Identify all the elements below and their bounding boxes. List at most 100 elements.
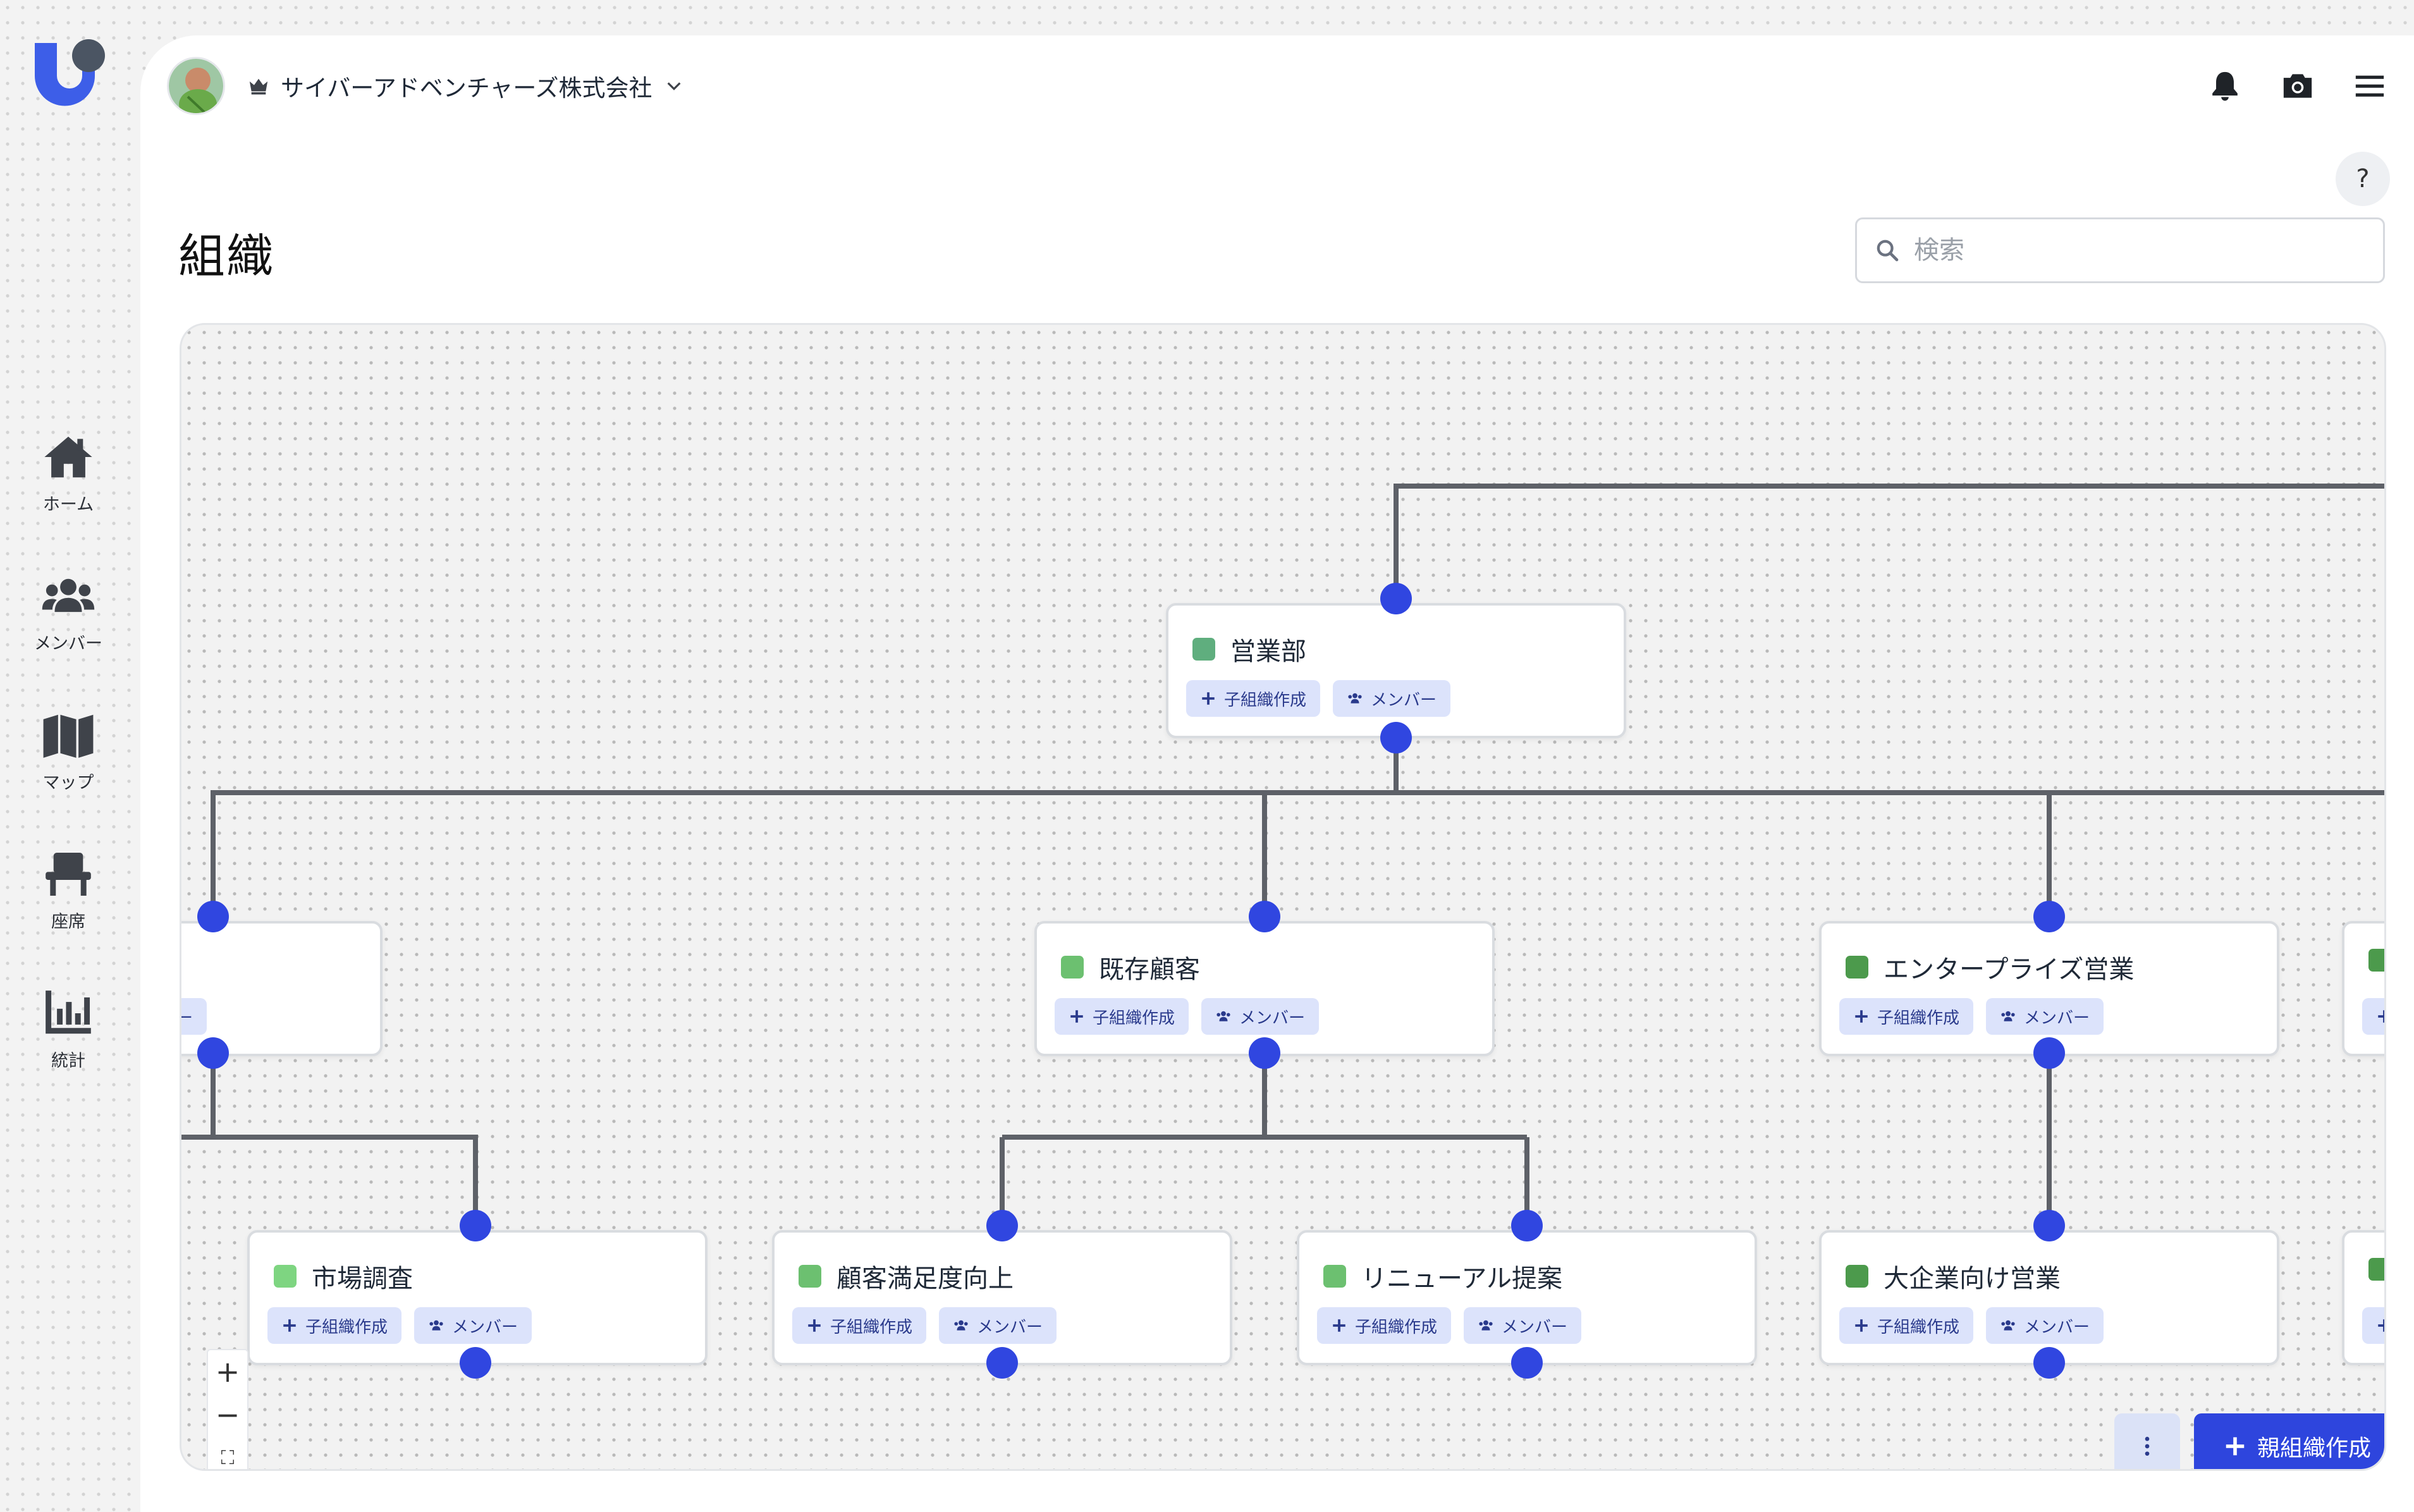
seat-icon: [46, 852, 91, 896]
sidebar-item-members[interactable]: メンバー: [0, 569, 137, 708]
org-color-swatch: [1846, 1265, 1868, 1288]
sidebar-item-label: マップ: [42, 773, 94, 793]
sidebar-item-map[interactable]: マップ: [0, 708, 137, 847]
plus-icon: [1070, 1010, 1083, 1023]
avatar[interactable]: [167, 57, 225, 115]
connection-handle[interactable]: [197, 901, 229, 932]
members-button[interactable]: メンバー: [1986, 1307, 2104, 1344]
plus-icon: [1202, 692, 1215, 705]
fit-view-button[interactable]: ⛶: [208, 1436, 247, 1469]
org-switcher[interactable]: サイバーアドベンチャーズ株式会社: [248, 68, 684, 104]
connection-handle[interactable]: [197, 1037, 229, 1069]
menu-icon[interactable]: [2352, 68, 2387, 104]
connection-handle[interactable]: [460, 1210, 491, 1241]
connection-handle[interactable]: [986, 1210, 1018, 1241]
sidebar-item-label: ホーム: [42, 495, 94, 515]
plus-icon: [1855, 1319, 1868, 1332]
connection-handle[interactable]: [2033, 901, 2065, 932]
map-icon: [43, 714, 94, 758]
connection-handle[interactable]: [460, 1347, 491, 1379]
org-node[interactable]: 営業部 子組織作成 メンバー: [1166, 603, 1626, 738]
users-icon: [429, 1320, 443, 1331]
org-color-swatch: [2368, 949, 2384, 972]
plus-icon: [1855, 1010, 1868, 1023]
connection-handle[interactable]: [2033, 1210, 2065, 1241]
crown-icon: [249, 78, 268, 95]
org-color-swatch: [2368, 1258, 2384, 1281]
create-parent-org-button[interactable]: 親組織作成: [2194, 1413, 2384, 1469]
add-child-button[interactable]: 子組織作成: [792, 1307, 927, 1344]
add-child-button[interactable]: 子組織作成: [1839, 998, 1974, 1035]
add-child-button[interactable]: 子組織作成: [1186, 680, 1321, 717]
create-parent-label: 親組織作成: [2257, 1436, 2371, 1461]
add-child-button[interactable]: 子組織作成: [2362, 998, 2384, 1035]
connection-handle[interactable]: [2033, 1347, 2065, 1379]
main-panel: サイバーアドベンチャーズ株式会社 ? 組織 検索 営業部 子組織作成 メンバー …: [140, 35, 2414, 1512]
members-button[interactable]: メンバー: [1464, 1307, 1582, 1344]
members-button[interactable]: メンバー: [414, 1307, 532, 1344]
add-child-button[interactable]: 子組織作成: [1839, 1307, 1974, 1344]
connection-handle[interactable]: [1249, 1037, 1280, 1069]
members-button[interactable]: メンバー: [1986, 998, 2104, 1035]
connection-handle[interactable]: [1511, 1210, 1543, 1241]
org-node[interactable]: 大企業向け営業 子組織作成 メンバー: [1819, 1230, 2279, 1365]
bell-icon[interactable]: [2207, 68, 2243, 104]
page-title: 組織: [178, 229, 274, 284]
zoom-controls: + − ⛶: [207, 1349, 248, 1469]
org-chart-canvas[interactable]: 営業部 子組織作成 メンバー 子組織作成 メンバー 既存顧客: [180, 323, 2386, 1471]
org-node[interactable]: エンタープライズ営業 子組織作成 メンバー: [1819, 921, 2279, 1056]
org-color-swatch: [1323, 1265, 1346, 1288]
plus-icon: [808, 1319, 821, 1332]
org-color-swatch: [799, 1265, 821, 1288]
sidebar-nav: ホーム メンバー マップ 座席 統計: [0, 430, 137, 1125]
add-child-button[interactable]: 子組織作成: [1317, 1307, 1452, 1344]
plus-icon: [2378, 1319, 2384, 1332]
app-logo[interactable]: [32, 37, 107, 106]
home-icon: [44, 436, 92, 478]
search-input[interactable]: [1914, 236, 2356, 265]
members-button[interactable]: メンバー: [181, 998, 207, 1035]
zoom-in-button[interactable]: +: [208, 1350, 247, 1393]
org-node[interactable]: 子組織作成: [2342, 921, 2384, 1056]
org-node[interactable]: 市場調査 子組織作成 メンバー: [247, 1230, 708, 1365]
org-node[interactable]: 既存顧客 子組織作成 メンバー: [1034, 921, 1495, 1056]
org-node[interactable]: リニューアル提案 子組織作成 メンバー: [1297, 1230, 1757, 1365]
chart-icon: [46, 991, 91, 1034]
connection-handle[interactable]: [1511, 1347, 1543, 1379]
camera-icon[interactable]: [2280, 68, 2315, 104]
members-button[interactable]: メンバー: [939, 1307, 1057, 1344]
add-child-button[interactable]: 子組織作成: [2362, 1307, 2384, 1344]
org-node[interactable]: 子組織作成: [2342, 1230, 2384, 1365]
users-icon: [954, 1320, 968, 1331]
more-options-button[interactable]: [2114, 1413, 2180, 1469]
users-icon: [2001, 1320, 2015, 1331]
help-button[interactable]: ?: [2336, 152, 2390, 206]
connection-handle[interactable]: [986, 1347, 1018, 1379]
more-vertical-icon: [2145, 1437, 2150, 1456]
plus-icon: [1333, 1319, 1345, 1332]
org-name-label: リニューアル提案: [1361, 1264, 1562, 1293]
users-icon: [42, 578, 95, 613]
search-icon: [1877, 240, 1899, 262]
org-name-label: エンタープライズ営業: [1884, 955, 2135, 984]
add-child-button[interactable]: 子組織作成: [267, 1307, 402, 1344]
org-name-label: 大企業向け営業: [1884, 1264, 2061, 1293]
connection-handle[interactable]: [1380, 583, 1412, 614]
org-node[interactable]: 子組織作成 メンバー: [181, 921, 383, 1056]
org-color-swatch: [1061, 956, 1084, 979]
plus-icon: [2378, 1010, 2384, 1023]
add-child-button[interactable]: 子組織作成: [1055, 998, 1189, 1035]
members-button[interactable]: メンバー: [1333, 680, 1451, 717]
sidebar-item-stats[interactable]: 統計: [0, 986, 137, 1125]
zoom-out-button[interactable]: −: [208, 1393, 247, 1436]
users-icon: [1348, 693, 1362, 704]
org-color-swatch: [274, 1265, 297, 1288]
sidebar-item-seats[interactable]: 座席: [0, 847, 137, 986]
sidebar-item-home[interactable]: ホーム: [0, 430, 137, 569]
org-node[interactable]: 顧客満足度向上 子組織作成 メンバー: [772, 1230, 1232, 1365]
org-name-label: 営業部: [1230, 637, 1306, 666]
connection-handle[interactable]: [1380, 722, 1412, 753]
connection-handle[interactable]: [2033, 1037, 2065, 1069]
members-button[interactable]: メンバー: [1201, 998, 1320, 1035]
connection-handle[interactable]: [1249, 901, 1280, 932]
